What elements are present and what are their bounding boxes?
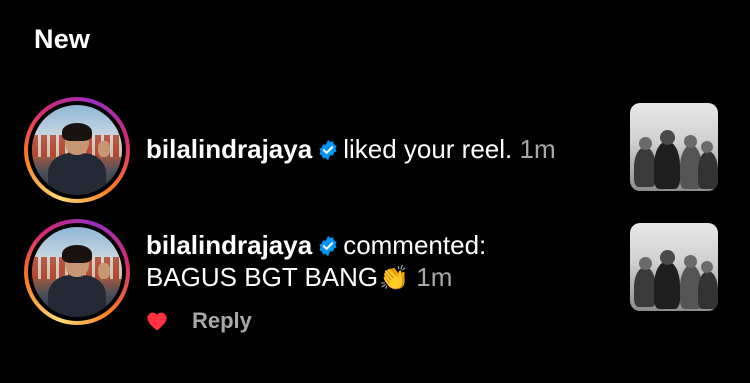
notification-text: bilalindrajaya liked your reel. 1m [146,133,556,165]
reel-thumbnail[interactable] [630,223,718,311]
username-link[interactable]: bilalindrajaya [146,230,312,260]
clapping-hands-icon: 👏 [379,265,410,292]
heart-icon[interactable] [146,311,168,331]
timestamp: 1m [519,134,556,164]
timestamp: 1m [416,262,453,292]
avatar[interactable] [24,97,130,203]
avatar[interactable] [24,219,130,325]
avatar-photo [32,105,122,195]
verified-badge-icon [319,235,337,257]
notification-action: liked your reel. [343,134,513,164]
section-title: New [34,24,91,54]
reply-button[interactable]: Reply [192,308,252,334]
notification-text: bilalindrajaya commented: BAGUS BGT BANG👏… [146,229,486,295]
avatar-photo [32,227,122,317]
verified-badge-icon [319,139,337,161]
comment-text: BAGUS BGT BANG [146,262,379,292]
notification-action: commented: [343,230,487,260]
reel-thumbnail[interactable] [630,103,718,191]
notification-like[interactable]: bilalindrajaya liked your reel. 1m [0,95,750,203]
notification-comment[interactable]: bilalindrajaya commented: BAGUS BGT BANG👏… [0,217,750,333]
username-link[interactable]: bilalindrajaya [146,134,312,164]
